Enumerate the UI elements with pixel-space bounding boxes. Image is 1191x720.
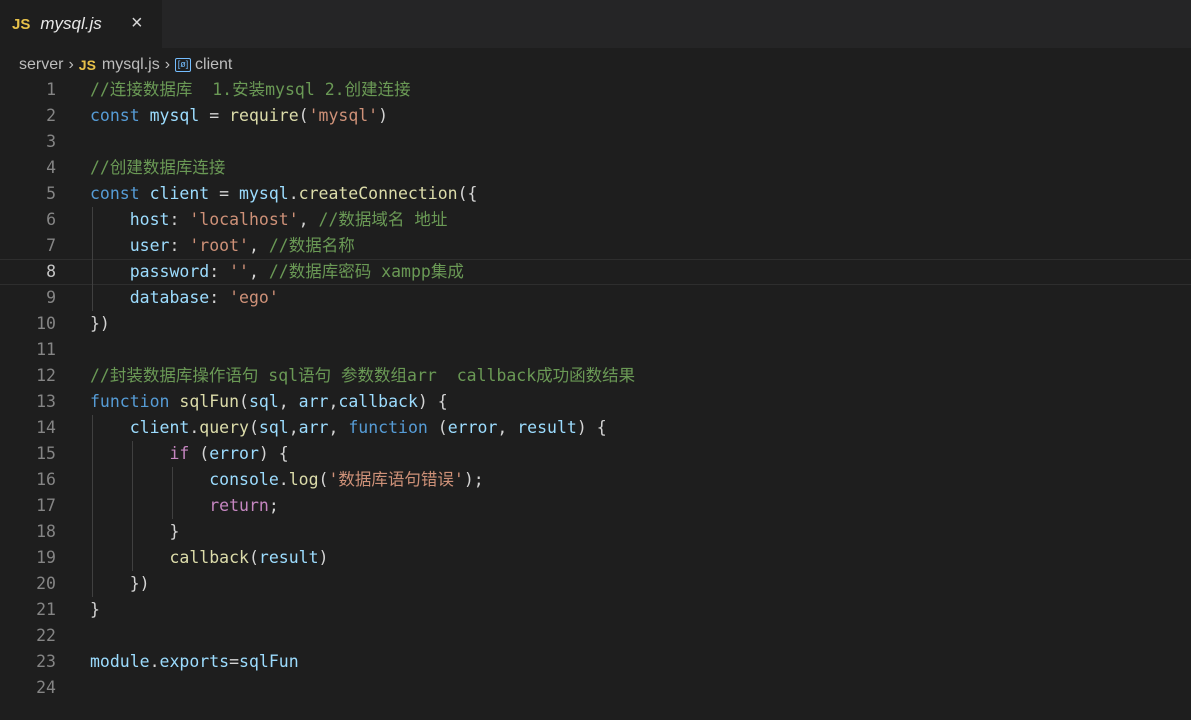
line-number: 8 <box>46 262 56 281</box>
code-line[interactable]: 7 user: 'root', //数据名称 <box>0 233 1191 259</box>
code-line[interactable]: 4 //创建数据库连接 <box>0 155 1191 181</box>
code-line[interactable]: 20 }) <box>0 571 1191 597</box>
line-number: 3 <box>46 132 56 151</box>
code-text: function sqlFun(sql, arr,callback) { <box>90 392 448 411</box>
chevron-right-icon: › <box>164 56 171 73</box>
tab-mysql-js[interactable]: JS mysql.js × <box>0 0 162 48</box>
line-number: 16 <box>36 470 56 489</box>
code-line[interactable]: 1 //连接数据库 1.安装mysql 2.创建连接 <box>0 77 1191 103</box>
code-text: client.query(sql,arr, function (error, r… <box>129 418 607 437</box>
line-number: 17 <box>36 496 56 515</box>
code-text: user: 'root', //数据名称 <box>129 236 355 255</box>
code-line[interactable]: 15 if (error) { <box>0 441 1191 467</box>
line-number: 23 <box>36 652 56 671</box>
line-number: 7 <box>46 236 56 255</box>
code-line[interactable]: 9 database: 'ego' <box>0 285 1191 311</box>
tab-label: mysql.js <box>40 14 102 33</box>
code-text: //创建数据库连接 <box>90 158 226 177</box>
breadcrumb-folder[interactable]: server <box>19 56 63 74</box>
code-text: } <box>90 522 180 541</box>
code-line[interactable]: 13 function sqlFun(sql, arr,callback) { <box>0 389 1191 415</box>
code-line[interactable]: 5 const client = mysql.createConnection({ <box>0 181 1191 207</box>
code-text: const client = mysql.createConnection({ <box>90 184 478 203</box>
line-number: 13 <box>36 392 56 411</box>
code-text: host: 'localhost', //数据域名 地址 <box>129 210 448 229</box>
code-line[interactable]: 19 callback(result) <box>0 545 1191 571</box>
code-text: const mysql = require('mysql') <box>90 106 389 125</box>
close-icon[interactable]: × <box>131 13 143 33</box>
code-line[interactable]: 8 password: '', //数据库密码 xampp集成 <box>0 259 1191 285</box>
breadcrumb-symbol[interactable]: client <box>195 56 232 74</box>
code-line[interactable]: 12 //封装数据库操作语句 sql语句 参数数组arr callback成功函数… <box>0 363 1191 389</box>
line-number: 11 <box>36 340 56 359</box>
code-text: password: '', //数据库密码 xampp集成 <box>129 262 464 281</box>
line-number: 6 <box>46 210 56 229</box>
line-number: 24 <box>36 678 56 697</box>
code-text: //连接数据库 1.安装mysql 2.创建连接 <box>90 80 411 99</box>
code-text: callback(result) <box>169 548 329 567</box>
code-line[interactable]: 24 <box>0 675 1191 701</box>
line-number: 15 <box>36 444 56 463</box>
code-text: return; <box>209 496 279 515</box>
line-number: 2 <box>46 106 56 125</box>
javascript-file-icon: JS <box>12 15 31 33</box>
line-number: 1 <box>46 80 56 99</box>
line-number: 12 <box>36 366 56 385</box>
code-text: }) <box>90 574 150 593</box>
breadcrumb: server › JS mysql.js › [ø] client <box>19 54 232 76</box>
line-number: 20 <box>36 574 56 593</box>
code-line[interactable]: 18 } <box>0 519 1191 545</box>
variable-symbol-icon: [ø] <box>175 58 192 72</box>
chevron-right-icon: › <box>68 56 74 73</box>
code-text: console.log('数据库语句错误'); <box>209 470 484 489</box>
code-text: } <box>90 600 100 619</box>
code-text: //封装数据库操作语句 sql语句 参数数组arr callback成功函数结果 <box>90 366 636 385</box>
code-line[interactable]: 3 <box>0 129 1191 155</box>
javascript-file-icon: JS <box>78 57 96 73</box>
code-editor-window: JS mysql.js × server › JS mysql.js › [ø]… <box>0 0 1191 720</box>
line-number: 4 <box>46 158 56 177</box>
code-line[interactable]: 22 <box>0 623 1191 649</box>
code-area[interactable]: 1 //连接数据库 1.安装mysql 2.创建连接 2 const mysql = … <box>0 77 1191 701</box>
line-number: 14 <box>36 418 56 437</box>
code-text: }) <box>90 314 110 333</box>
code-line[interactable]: 2 const mysql = require('mysql') <box>0 103 1191 129</box>
code-line[interactable]: 17 return; <box>0 493 1191 519</box>
code-text: database: 'ego' <box>129 288 279 307</box>
line-number: 22 <box>36 626 56 645</box>
code-line[interactable]: 16 console.log('数据库语句错误'); <box>0 467 1191 493</box>
line-number: 18 <box>36 522 56 541</box>
breadcrumb-file[interactable]: mysql.js <box>102 56 160 74</box>
line-number: 9 <box>46 288 56 307</box>
line-number: 19 <box>36 548 56 567</box>
code-line[interactable]: 10}) <box>0 311 1191 337</box>
code-line[interactable]: 23 module.exports=sqlFun <box>0 649 1191 675</box>
code-text: if (error) { <box>169 444 289 463</box>
code-line[interactable]: 11 <box>0 337 1191 363</box>
code-line[interactable]: 14 client.query(sql,arr, function (error… <box>0 415 1191 441</box>
code-text: module.exports=sqlFun <box>90 652 299 671</box>
tab-bar: JS mysql.js × <box>0 0 1191 48</box>
code-line[interactable]: 6 host: 'localhost', //数据域名 地址 <box>0 207 1191 233</box>
line-number: 21 <box>36 600 56 619</box>
code-line[interactable]: 21} <box>0 597 1191 623</box>
line-number: 10 <box>36 314 56 333</box>
line-number: 5 <box>46 184 56 203</box>
